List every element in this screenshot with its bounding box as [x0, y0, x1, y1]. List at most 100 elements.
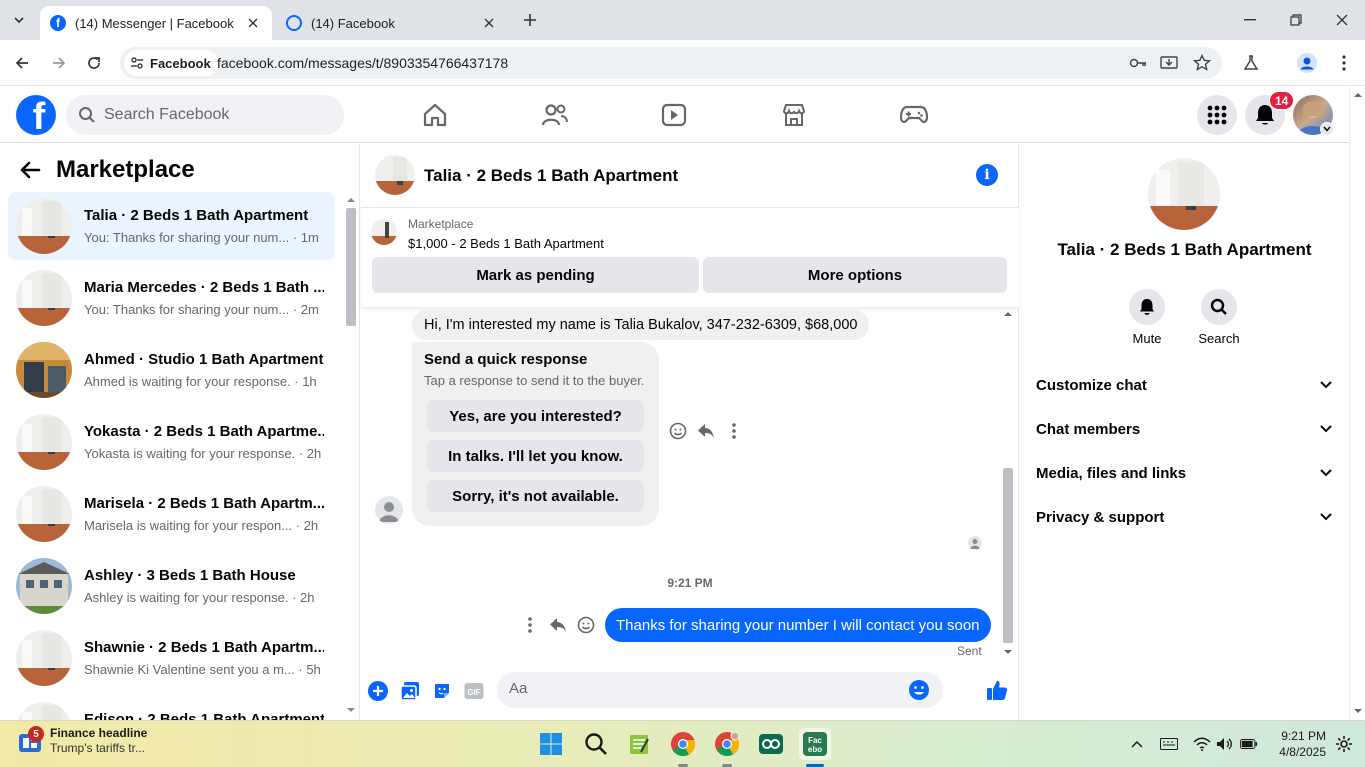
scrollbar-thumb[interactable]: [1003, 468, 1013, 643]
close-tab-icon[interactable]: [478, 12, 500, 34]
react-emoji-icon[interactable]: [576, 615, 596, 635]
new-tab-button[interactable]: [518, 8, 542, 32]
info-icon[interactable]: i: [976, 164, 998, 186]
react-emoji-icon[interactable]: [668, 421, 688, 441]
labs-flask-icon[interactable]: [1238, 50, 1264, 76]
gaming-icon: [900, 105, 928, 124]
news-title: Finance headline: [50, 726, 148, 740]
listing-price-title[interactable]: $1,000 - 2 Beds 1 Bath Apartment: [408, 236, 604, 251]
password-key-icon[interactable]: [1128, 53, 1148, 73]
customize-chat-section[interactable]: Customize chat: [1028, 363, 1344, 407]
back-arrow-icon[interactable]: [18, 158, 42, 182]
start-button[interactable]: [535, 728, 567, 760]
quick-response-yes-button[interactable]: Yes, are you interested?: [427, 400, 644, 432]
privacy-support-section[interactable]: Privacy & support: [1028, 495, 1344, 539]
volume-icon[interactable]: [1216, 735, 1234, 753]
conversation-item[interactable]: Yokasta · 2 Beds 1 Bath Apartme... Yokast…: [8, 408, 335, 476]
site-info-chip[interactable]: Facebook: [124, 50, 219, 76]
chat-scrollbar[interactable]: [1001, 308, 1015, 660]
back-button[interactable]: [9, 50, 35, 76]
chat-members-section[interactable]: Chat members: [1028, 407, 1344, 451]
chat-title[interactable]: Talia · 2 Beds 1 Bath Apartment: [424, 166, 678, 186]
taskbar-search-button[interactable]: [580, 728, 612, 760]
url-text[interactable]: facebook.com/messages/t/8903354766437178: [217, 55, 508, 71]
menu-grid-button[interactable]: [1197, 95, 1237, 135]
scrollbar-thumb[interactable]: [346, 208, 356, 326]
nav-gaming[interactable]: [874, 95, 954, 135]
address-bar[interactable]: Facebook facebook.com/messages/t/8903354…: [120, 47, 1222, 79]
nav-marketplace[interactable]: [754, 95, 834, 135]
conversation-item[interactable]: Marisela · 2 Beds 1 Bath Apartm... Marise…: [8, 480, 335, 548]
restore-button[interactable]: [1282, 8, 1310, 32]
close-window-button[interactable]: [1328, 8, 1356, 32]
mute-action[interactable]: Mute: [1117, 289, 1177, 346]
battery-icon[interactable]: [1240, 735, 1258, 753]
browser-tab-messenger[interactable]: f (14) Messenger | Facebook: [40, 6, 272, 40]
keyboard-icon[interactable]: [1160, 735, 1178, 753]
listing-thumbnail[interactable]: [371, 219, 397, 245]
browser-menu-icon[interactable]: [1331, 50, 1357, 76]
reply-icon[interactable]: [548, 615, 568, 635]
search-icon: [1210, 298, 1227, 315]
chevron-up-icon[interactable]: [1128, 735, 1146, 753]
news-widget[interactable]: 5 Finance headline Trump's tariffs tr...: [18, 726, 147, 758]
conversation-item[interactable]: Shawnie · 2 Beds 1 Bath Apartm... Shawnie…: [8, 624, 335, 692]
conversation-item[interactable]: Edison · 2 Beds 1 Bath Apartment: [8, 696, 335, 720]
close-tab-icon[interactable]: [242, 12, 264, 34]
search-input[interactable]: [104, 106, 324, 124]
page-scrollbar[interactable]: [1349, 87, 1365, 720]
facebook-search[interactable]: [66, 95, 344, 135]
more-actions-icon[interactable]: [520, 615, 540, 635]
more-actions-icon[interactable]: [724, 421, 744, 441]
search-in-chat-action[interactable]: Search: [1189, 289, 1249, 346]
sticker-icon[interactable]: [431, 680, 453, 702]
wifi-icon[interactable]: [1193, 735, 1211, 753]
details-avatar[interactable]: [1148, 158, 1220, 230]
message-input-box[interactable]: [497, 672, 943, 708]
system-clock[interactable]: 9:21 PM 4/8/2025: [1260, 728, 1326, 760]
quick-response-not-available-button[interactable]: Sorry, it's not available.: [427, 480, 644, 512]
sender-avatar[interactable]: [375, 496, 403, 524]
mark-as-pending-button[interactable]: Mark as pending: [372, 257, 699, 293]
forward-button[interactable]: [46, 50, 72, 76]
reply-icon[interactable]: [696, 421, 716, 441]
taskbar-app-chrome-profile[interactable]: [711, 728, 743, 760]
account-menu-caret[interactable]: [1320, 122, 1334, 136]
gif-icon[interactable]: GIF: [463, 680, 485, 702]
browser-tab-facebook[interactable]: (14) Facebook: [276, 6, 508, 40]
search-icon: [79, 107, 95, 123]
more-options-button[interactable]: More options: [703, 257, 1007, 293]
profile-icon[interactable]: [1294, 50, 1320, 76]
bookmark-star-icon[interactable]: [1192, 53, 1212, 73]
message-input[interactable]: [509, 680, 889, 697]
outgoing-message[interactable]: Thanks for sharing your number I will co…: [605, 608, 991, 642]
taskbar-app-media[interactable]: [755, 728, 787, 760]
taskbar-app-notepad[interactable]: [623, 728, 655, 760]
search-label: Search: [1198, 331, 1240, 346]
quick-response-in-talks-button[interactable]: In talks. I'll let you know.: [427, 440, 644, 472]
taskbar-app-facebook[interactable]: Fac ebo: [799, 728, 831, 760]
emoji-icon[interactable]: [908, 679, 930, 701]
conversation-item[interactable]: Ahmed · Studio 1 Bath Apartment Ahmed is …: [8, 336, 335, 404]
like-thumbs-up-icon[interactable]: [985, 678, 1009, 702]
more-composer-actions-icon[interactable]: [367, 680, 389, 702]
sidebar-scrollbar[interactable]: [344, 194, 356, 716]
media-files-links-section[interactable]: Media, files and links: [1028, 451, 1344, 495]
facebook-logo[interactable]: f: [16, 95, 56, 135]
chat-avatar[interactable]: [375, 155, 415, 195]
nav-friends[interactable]: [515, 95, 595, 135]
reload-button[interactable]: [81, 50, 107, 76]
nav-video[interactable]: [634, 95, 714, 135]
chevron-down-icon: [1316, 507, 1336, 527]
settings-gear-icon[interactable]: [1335, 735, 1353, 753]
install-app-icon[interactable]: [1159, 53, 1179, 73]
conversation-item[interactable]: Maria Mercedes · 2 Beds 1 Bath ... You: T…: [8, 264, 335, 332]
nav-home[interactable]: [395, 95, 475, 135]
incoming-message[interactable]: Hi, I'm interested my name is Talia Buka…: [412, 310, 870, 340]
tab-search-button[interactable]: [6, 7, 32, 33]
taskbar-app-chrome[interactable]: [667, 728, 699, 760]
conversation-item[interactable]: Talia · 2 Beds 1 Bath Apartment You: Than…: [8, 192, 335, 260]
minimize-button[interactable]: [1236, 8, 1264, 32]
conversation-item[interactable]: Ashley · 3 Beds 1 Bath House Ashley is wa…: [8, 552, 335, 620]
attach-photo-icon[interactable]: [399, 680, 421, 702]
